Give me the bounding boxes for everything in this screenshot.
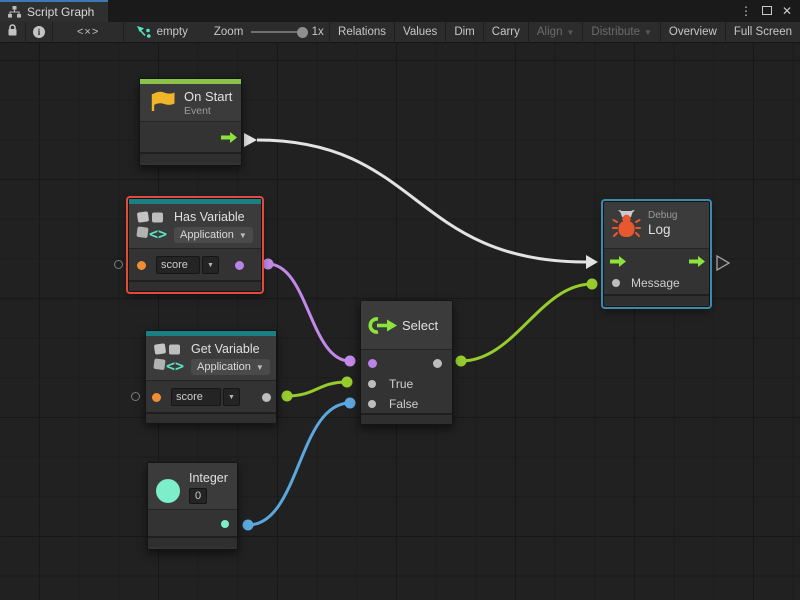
carry-button[interactable]: Carry: [484, 22, 529, 43]
node-surtitle: Debug: [648, 210, 677, 221]
dim-button[interactable]: Dim: [446, 22, 483, 43]
window-controls: ⋮ ✕: [740, 0, 800, 22]
svg-text:<>: <>: [149, 225, 167, 243]
variable-name-field[interactable]: [156, 256, 200, 274]
node-select[interactable]: Select True False: [360, 300, 453, 425]
chevron-down-icon: ▼: [256, 363, 264, 372]
variable-name-dropdown[interactable]: ▼: [223, 388, 240, 406]
node-has-variable[interactable]: <> Has Variable Application▼ ▼: [128, 198, 262, 292]
variable-name-dropdown[interactable]: ▼: [202, 256, 219, 274]
variable-icon: <>: [136, 208, 169, 251]
variable-name-input-port[interactable]: [152, 393, 161, 402]
message-port-label: Message: [631, 276, 680, 290]
true-port-label: True: [389, 377, 413, 391]
node-title: Has Variable: [174, 210, 245, 224]
chevron-down-icon: ▼: [644, 28, 652, 37]
node-title: Select: [402, 318, 438, 333]
info-icon: i: [33, 26, 45, 38]
info-button[interactable]: i: [26, 22, 53, 43]
node-integer[interactable]: Integer: [147, 462, 238, 550]
unconnected-input-port[interactable]: [131, 392, 140, 401]
node-footer: [140, 152, 241, 163]
integer-output-port[interactable]: [221, 520, 229, 528]
unconnected-input-port[interactable]: [114, 260, 123, 269]
integer-value-field[interactable]: [189, 488, 207, 504]
zoom-label: Zoom: [214, 26, 243, 38]
false-port-label: False: [389, 397, 418, 411]
tab-script-graph[interactable]: Script Graph: [0, 0, 108, 22]
condition-input-port[interactable]: [368, 359, 377, 368]
node-footer: [148, 536, 237, 547]
flow-output-port[interactable]: [221, 131, 237, 149]
code-preview-button[interactable]: <×>: [53, 22, 124, 43]
node-footer: [604, 294, 709, 305]
zoom-value: 1x: [312, 26, 324, 38]
false-input-port[interactable]: [368, 400, 376, 408]
node-title: On Start: [184, 89, 232, 104]
variable-scope-dropdown[interactable]: Application▼: [174, 227, 253, 243]
node-title: Integer: [189, 471, 228, 485]
script-graph-window: Script Graph ⋮ ✕ i <×>: [0, 0, 800, 600]
variable-icon: <>: [153, 340, 186, 383]
tab-title: Script Graph: [27, 5, 94, 19]
select-merge-icon: [367, 313, 398, 343]
selection-output-port[interactable]: [433, 359, 442, 368]
chevron-down-icon: ▼: [239, 231, 247, 240]
node-footer: [146, 412, 276, 423]
distribute-dropdown-button[interactable]: Distribute▼: [583, 22, 661, 43]
chevron-down-icon: ▼: [566, 28, 574, 37]
integer-circle-icon: [156, 479, 180, 503]
bool-output-port[interactable]: [235, 261, 244, 270]
variable-name-field[interactable]: [171, 388, 221, 406]
node-footer: [129, 280, 261, 291]
kebab-menu-icon[interactable]: ⋮: [740, 5, 752, 17]
variable-name-input-port[interactable]: [137, 261, 146, 270]
lock-button[interactable]: [0, 22, 26, 43]
graph-toolbar: i <×> empty Zoom 1x Relations Values Dim…: [0, 22, 800, 43]
selection-cursor-icon: [135, 25, 152, 39]
selection-status-label: empty: [157, 26, 188, 38]
maximize-icon[interactable]: [762, 5, 772, 17]
node-subtitle: Event: [184, 105, 211, 117]
align-dropdown-button[interactable]: Align▼: [529, 22, 584, 43]
true-input-port[interactable]: [368, 380, 376, 388]
graph-hierarchy-icon: [8, 6, 21, 18]
node-title: Log: [648, 222, 671, 237]
relations-button[interactable]: Relations: [330, 22, 395, 43]
node-footer: [361, 413, 452, 424]
close-icon[interactable]: ✕: [782, 5, 792, 17]
node-get-variable[interactable]: <> Get Variable Application▼ ▼: [145, 330, 277, 423]
value-output-port[interactable]: [262, 393, 271, 402]
bug-icon: [612, 209, 641, 246]
flow-input-port[interactable]: [610, 255, 626, 273]
flag-icon: [150, 89, 177, 121]
lock-icon: [7, 24, 18, 40]
message-input-port[interactable]: [612, 279, 620, 287]
full-screen-button[interactable]: Full Screen: [726, 22, 800, 43]
node-on-start[interactable]: On Start Event: [139, 78, 242, 166]
values-button[interactable]: Values: [395, 22, 446, 43]
svg-text:<>: <>: [166, 357, 184, 375]
zoom-slider-handle[interactable]: [297, 27, 308, 38]
tab-bar: Script Graph ⋮ ✕: [0, 0, 800, 22]
node-title: Get Variable: [191, 342, 260, 356]
flow-output-port[interactable]: [689, 255, 705, 273]
overview-button[interactable]: Overview: [661, 22, 726, 43]
zoom-slider[interactable]: [251, 31, 305, 33]
variable-scope-dropdown[interactable]: Application▼: [191, 359, 270, 375]
node-debug-log[interactable]: Debug Log Message: [603, 201, 710, 307]
angle-x-icon: <×>: [77, 26, 99, 38]
